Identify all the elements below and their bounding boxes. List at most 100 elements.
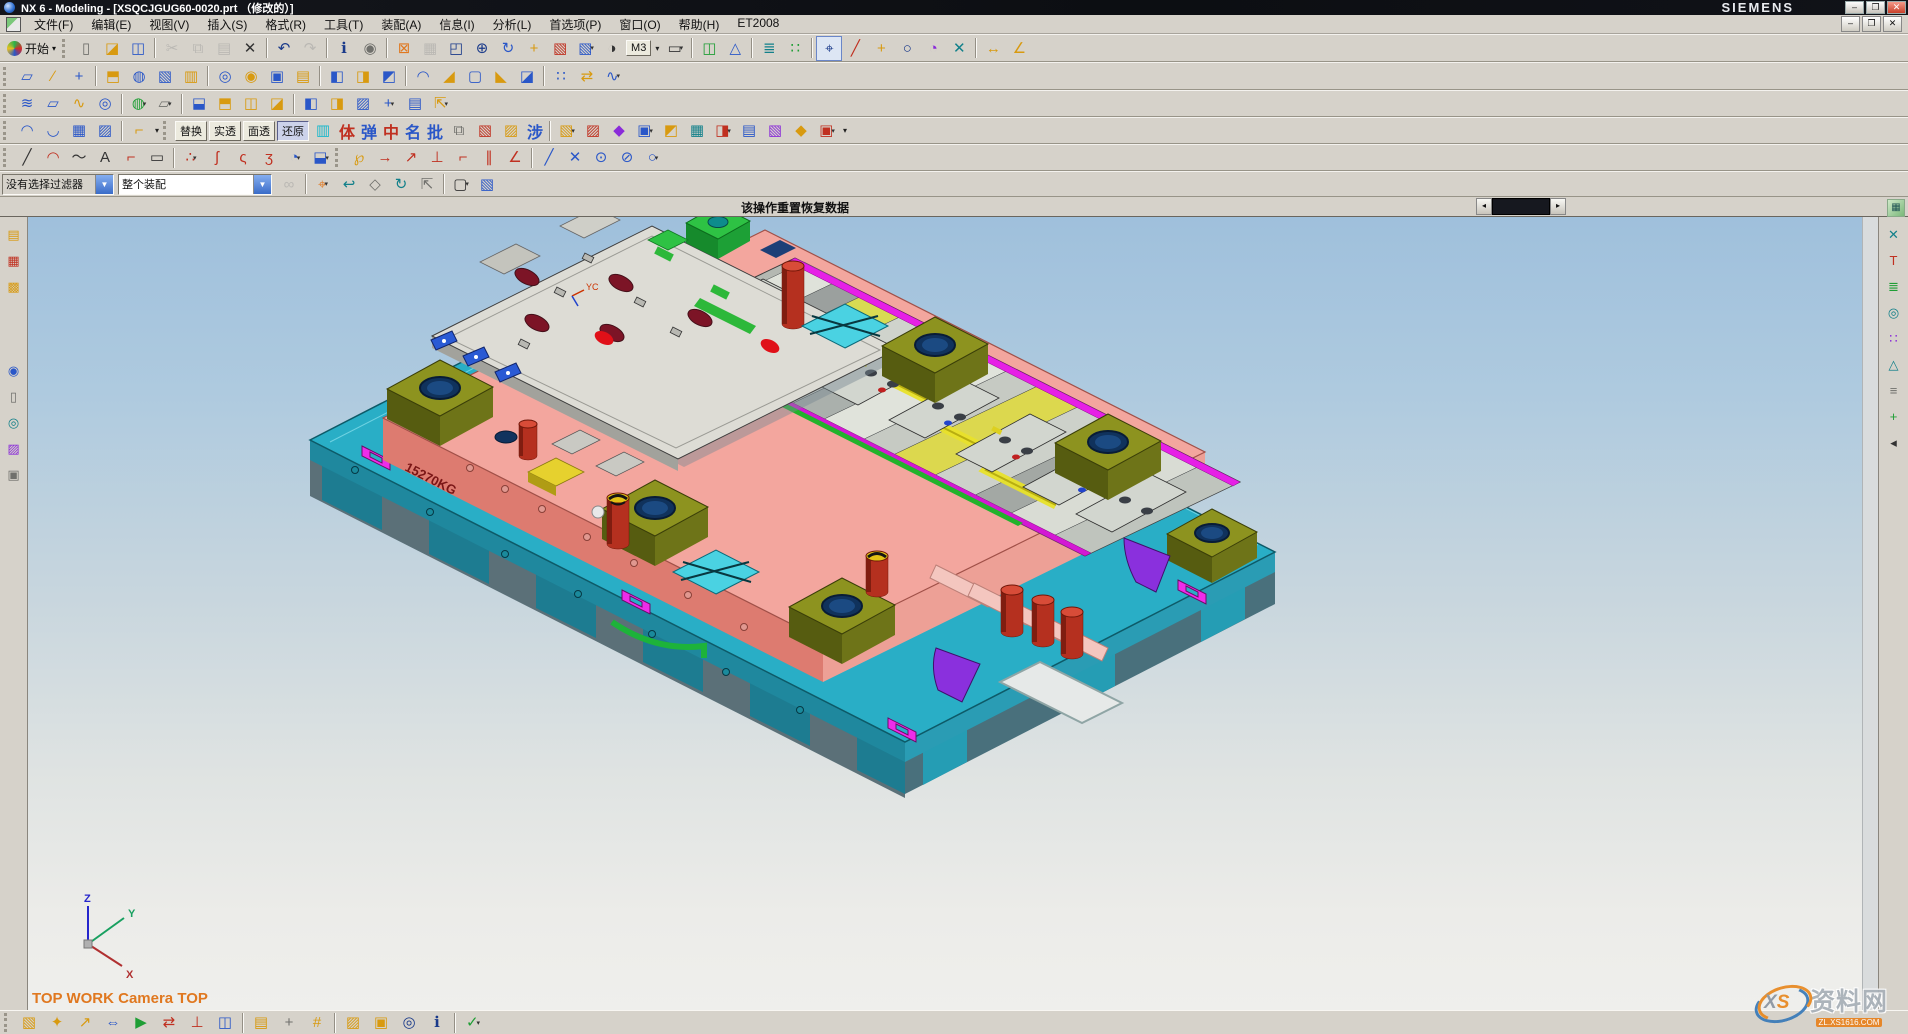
- snap-quadrant-icon[interactable]: ◔: [920, 36, 946, 61]
- perpendicular-icon[interactable]: ⊥: [424, 145, 450, 170]
- studio-surface-icon[interactable]: ▨: [92, 118, 118, 143]
- sew-icon[interactable]: ◫: [238, 91, 264, 116]
- toolbar-grip[interactable]: [4, 1013, 12, 1032]
- center-target-button[interactable]: 中: [380, 119, 402, 143]
- toolbar-grip[interactable]: [3, 94, 11, 113]
- scroll-right-icon[interactable]: ▸: [1550, 198, 1566, 215]
- cylinder-icon[interactable]: ▥: [178, 64, 204, 89]
- sketch-cross-icon[interactable]: ✕: [562, 145, 588, 170]
- roles-tab-icon[interactable]: ▣: [3, 463, 25, 485]
- menu-item[interactable]: 窗口(O): [610, 15, 669, 34]
- display-cube-7-icon[interactable]: ◨▾: [710, 118, 736, 143]
- marquee-select-icon[interactable]: ▢▾: [448, 172, 474, 197]
- cube-select-icon[interactable]: ▧: [474, 172, 500, 197]
- extrude-icon[interactable]: ⬒: [100, 64, 126, 89]
- move-component-icon[interactable]: ↗: [71, 1011, 99, 1034]
- boss-icon[interactable]: ◉: [238, 64, 264, 89]
- sheet-plane-icon[interactable]: ▱▾: [152, 91, 178, 116]
- snap-settings-icon[interactable]: ⌖▾: [310, 172, 336, 197]
- toolbar-grip[interactable]: [163, 121, 171, 140]
- constraint-diagonal-icon[interactable]: ↗: [398, 145, 424, 170]
- datum-csys-icon[interactable]: +: [66, 64, 92, 89]
- intersect-icon[interactable]: ◩: [376, 64, 402, 89]
- pan-cube-icon[interactable]: ⇱: [414, 172, 440, 197]
- trim-body-icon[interactable]: ◪: [514, 64, 540, 89]
- datum-plane-icon[interactable]: ▱: [14, 64, 40, 89]
- datum-csys-green-icon[interactable]: ◍▾: [126, 91, 152, 116]
- restore-button[interactable]: ❐: [1866, 1, 1885, 14]
- menu-item[interactable]: 信息(I): [430, 15, 483, 34]
- split-body-icon[interactable]: ◧: [298, 91, 324, 116]
- display-cube-6-icon[interactable]: ▦: [684, 118, 710, 143]
- corner-icon[interactable]: ⌐: [118, 145, 144, 170]
- doc-minimize-button[interactable]: –: [1841, 16, 1860, 32]
- project-curve-icon[interactable]: ⬓▾: [308, 145, 334, 170]
- selection-scope-dropdown-icon[interactable]: ▼: [253, 175, 271, 194]
- fit-view-icon[interactable]: ◰: [443, 36, 469, 61]
- new-part-icon[interactable]: ▯: [73, 36, 99, 61]
- new-component-icon[interactable]: ✦: [43, 1011, 71, 1034]
- menu-item[interactable]: 插入(S): [198, 15, 256, 34]
- body-display-button[interactable]: 体: [336, 119, 358, 143]
- zoom-in-icon[interactable]: ⊕: [469, 36, 495, 61]
- start-menu-button[interactable]: 开始 ▾: [2, 39, 61, 58]
- snap-point-icon[interactable]: ⌖: [816, 36, 842, 61]
- display-cube-8-icon[interactable]: ▤: [736, 118, 762, 143]
- x-form-icon[interactable]: +▾: [376, 91, 402, 116]
- remember-constraints-icon[interactable]: ◫: [211, 1011, 239, 1034]
- cut-icon[interactable]: ✂: [159, 36, 185, 61]
- menu-item[interactable]: 首选项(P): [540, 15, 610, 34]
- toolbar-grip[interactable]: [3, 148, 11, 167]
- menu-item[interactable]: 装配(A): [372, 15, 430, 34]
- assembly-navigator-tab-icon[interactable]: ▤: [3, 223, 25, 245]
- spline-icon[interactable]: ～: [66, 145, 92, 170]
- sequence-icon[interactable]: ▨: [339, 1011, 367, 1034]
- display-cube-10-icon[interactable]: ◆: [788, 118, 814, 143]
- menu-item[interactable]: 编辑(E): [82, 15, 140, 34]
- horizontal-scrollbar[interactable]: ◂ ▸: [1476, 199, 1566, 214]
- check-mate-icon[interactable]: ✓▾: [459, 1011, 487, 1034]
- m3-button[interactable]: M3: [626, 40, 651, 56]
- yellow-cube-icon[interactable]: ▨: [498, 118, 524, 143]
- measure-angle-icon[interactable]: ∠: [1006, 36, 1032, 61]
- assembly-info-icon[interactable]: ℹ: [423, 1011, 451, 1034]
- row4-more-dropdown[interactable]: ▾: [840, 126, 850, 135]
- four-point-surface-icon[interactable]: ▦: [66, 118, 92, 143]
- replace-component-icon[interactable]: ⇄: [155, 1011, 183, 1034]
- grey-list-tab-icon[interactable]: ≡: [1883, 379, 1905, 401]
- unite-icon[interactable]: ◧: [324, 64, 350, 89]
- menu-item[interactable]: 帮助(H): [670, 15, 729, 34]
- collapse-arrow-icon[interactable]: ◂: [1883, 431, 1905, 453]
- thicken-icon[interactable]: ⬒: [212, 91, 238, 116]
- transform-icon[interactable]: △: [722, 36, 748, 61]
- toolbar-grip[interactable]: [3, 67, 11, 86]
- snap-endpoint-icon[interactable]: ╱: [842, 36, 868, 61]
- selection-filter-dropdown-icon[interactable]: ▼: [95, 175, 113, 194]
- paste-icon[interactable]: ▤: [211, 36, 237, 61]
- display-cube-9-icon[interactable]: ▧: [762, 118, 788, 143]
- sweep-icon[interactable]: ∿▾: [600, 64, 626, 89]
- close-button[interactable]: ✕: [1887, 1, 1906, 14]
- rotate-cube-icon[interactable]: ↻: [388, 172, 414, 197]
- graphics-viewport[interactable]: 15270KG: [28, 217, 1862, 1010]
- rotate-view-icon[interactable]: ↻: [495, 36, 521, 61]
- scroll-left-icon[interactable]: ◂: [1476, 198, 1492, 215]
- pocket-icon[interactable]: ▣: [264, 64, 290, 89]
- offset-surface-icon[interactable]: ⬓: [186, 91, 212, 116]
- arc-icon[interactable]: ◠: [40, 145, 66, 170]
- rings-tab-icon[interactable]: ◎: [1883, 301, 1905, 323]
- undo-selection-icon[interactable]: ↩: [336, 172, 362, 197]
- wireframe-view-icon[interactable]: ▧: [547, 36, 573, 61]
- close-window-icon[interactable]: ⊠: [391, 36, 417, 61]
- wave-geometry-linker-icon[interactable]: +: [275, 1011, 303, 1034]
- selection-filter-combo[interactable]: 没有选择过滤器 ▼: [2, 174, 114, 195]
- dots-grid-tab-icon[interactable]: ∷: [1883, 327, 1905, 349]
- display-cube-4-icon[interactable]: ▣▾: [632, 118, 658, 143]
- rectangle-icon[interactable]: ▭: [144, 145, 170, 170]
- redo-icon[interactable]: ↷: [297, 36, 323, 61]
- edge-blend-icon[interactable]: ◠: [410, 64, 436, 89]
- clearance-analysis-icon[interactable]: ◎: [395, 1011, 423, 1034]
- suppress-component-icon[interactable]: ▶: [127, 1011, 155, 1034]
- face-stripes-icon[interactable]: ▥: [310, 118, 336, 143]
- info-window-icon[interactable]: ℹ: [331, 36, 357, 61]
